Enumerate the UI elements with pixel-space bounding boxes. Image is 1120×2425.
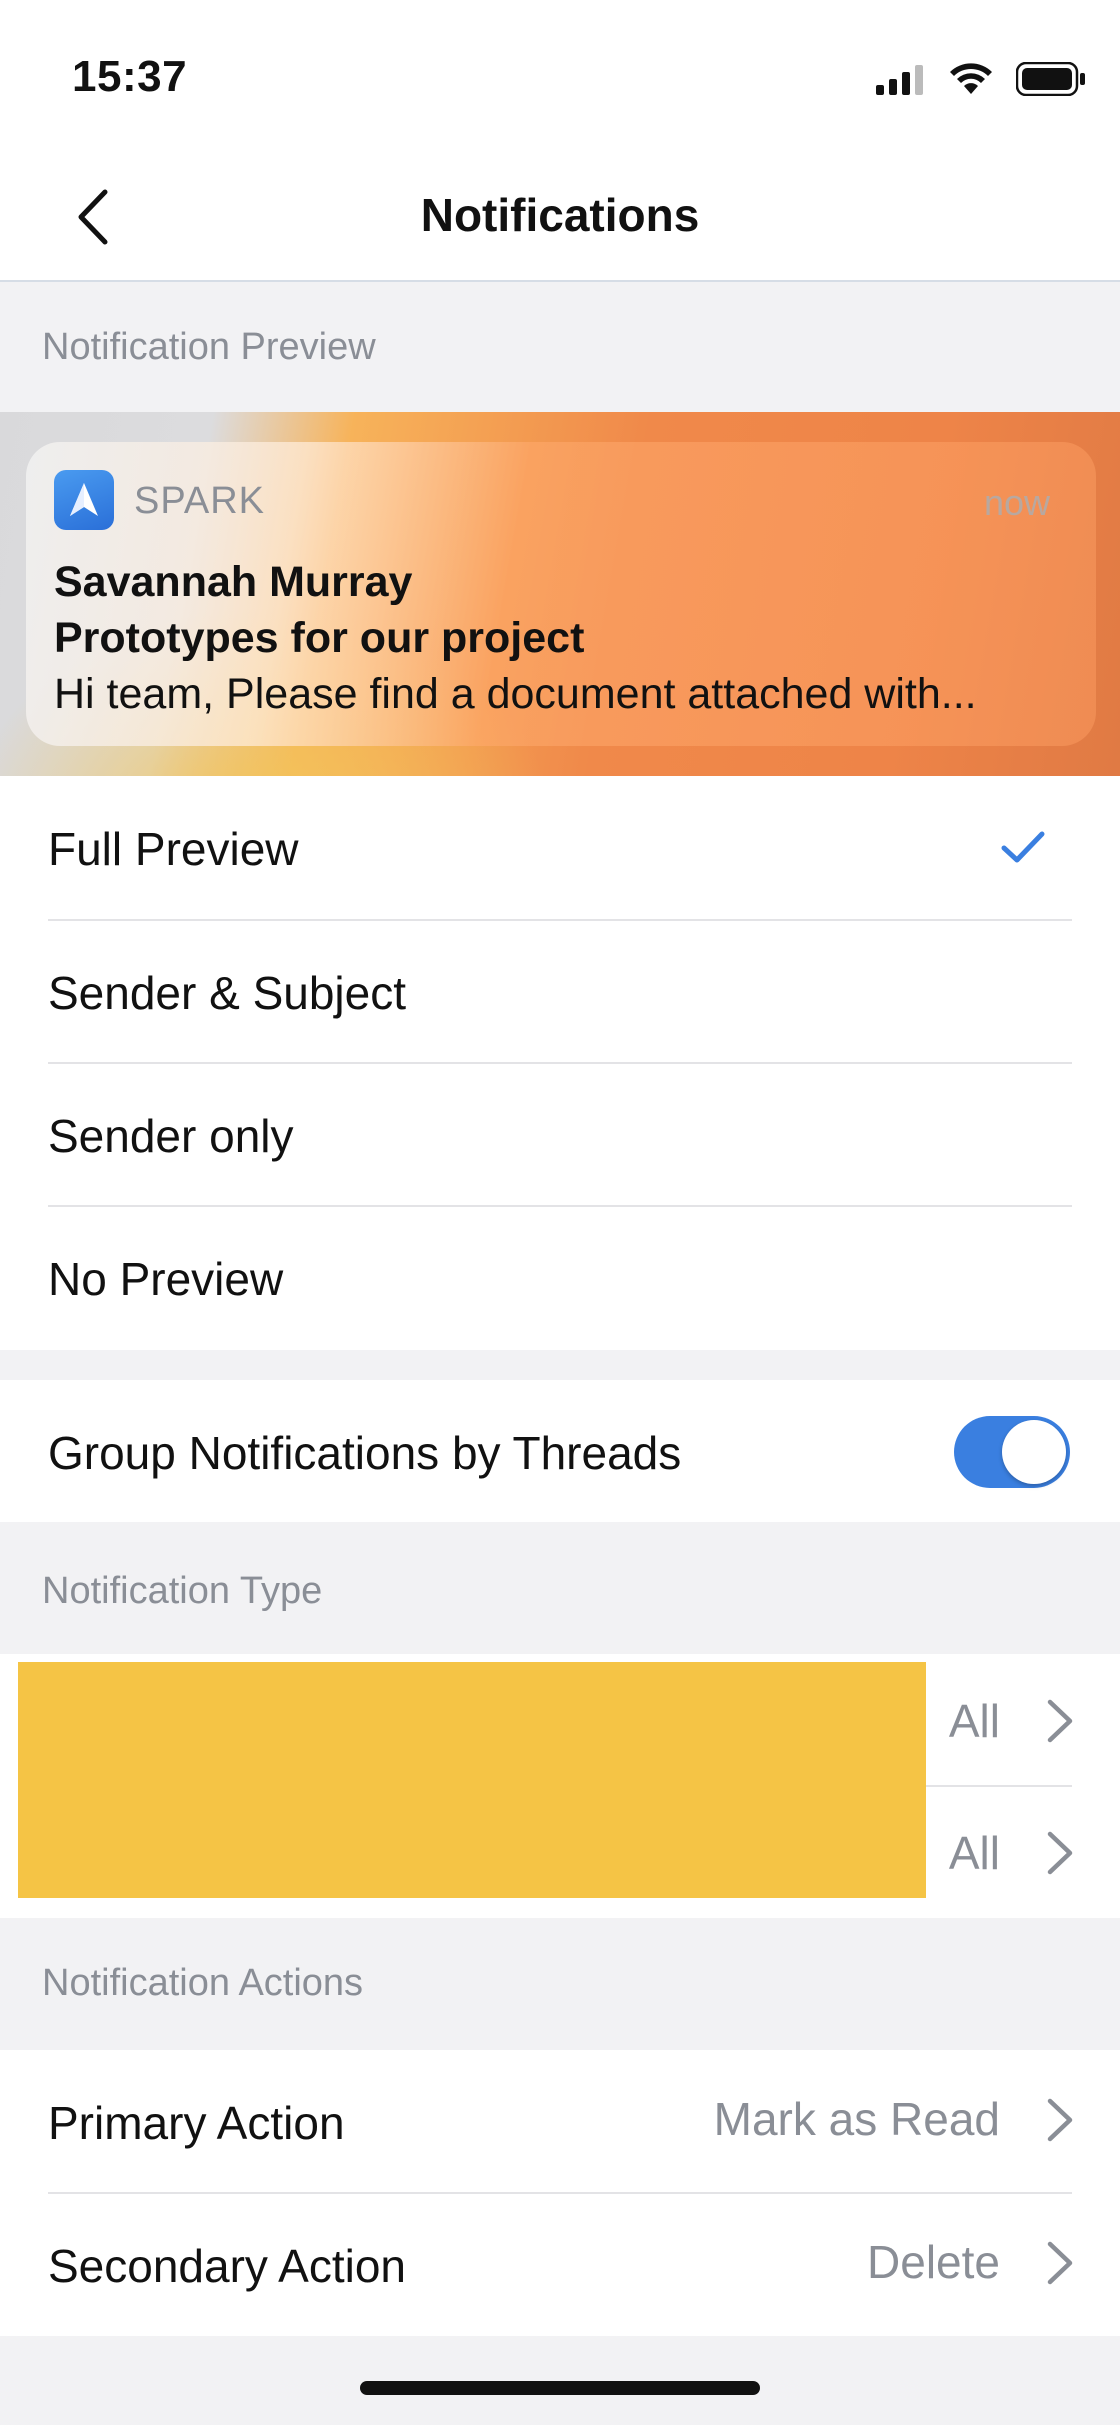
option-label: Sender & Subject (48, 967, 407, 1019)
secondary-action-row[interactable]: Secondary Action Delete (0, 2193, 1120, 2336)
section-header-preview: Notification Preview (0, 284, 1120, 412)
toggle-knob (1002, 1420, 1066, 1484)
section-title-preview: Notification Preview (42, 326, 376, 368)
section-title-actions: Notification Actions (42, 1962, 364, 2004)
chevron-right-icon (1047, 1831, 1073, 1875)
page-title: Notifications (420, 189, 700, 241)
primary-action-row[interactable]: Primary Action Mark as Read (0, 2050, 1120, 2193)
secondary-action-value: Delete (867, 2236, 1000, 2288)
notification-subject: Prototypes for our project (54, 614, 585, 662)
notification-actions-list: Primary Action Mark as Read Secondary Ac… (0, 2050, 1120, 2336)
option-label: No Preview (48, 1253, 284, 1305)
checkmark-icon (1001, 831, 1045, 863)
section-header-type: Notification Type (0, 1522, 1120, 1654)
option-label: Sender only (48, 1110, 294, 1162)
battery-icon (1016, 62, 1085, 96)
group-threads-label: Group Notifications by Threads (48, 1427, 682, 1479)
signal-icon (876, 65, 923, 95)
notification-body: Hi team, Please find a document attached… (54, 670, 977, 718)
notification-sender: Savannah Murray (54, 558, 413, 606)
option-sender-only[interactable]: Sender only (0, 1063, 1120, 1206)
primary-action-value: Mark as Read (713, 2093, 1000, 2145)
group-threads-row: Group Notifications by Threads (0, 1380, 1120, 1522)
status-bar: 15:37 (0, 0, 1120, 160)
notification-time: now (983, 482, 1050, 523)
option-full-preview[interactable]: Full Preview (0, 776, 1120, 920)
secondary-action-label: Secondary Action (48, 2240, 407, 2292)
status-icons (876, 62, 1086, 96)
redacted-block (18, 1662, 926, 1898)
chevron-right-icon (1047, 2241, 1073, 2285)
group-threads-toggle[interactable] (954, 1416, 1070, 1488)
option-sender-subject[interactable]: Sender & Subject (0, 920, 1120, 1063)
home-indicator[interactable] (360, 2381, 760, 2395)
notification-app-name: SPARK (134, 480, 266, 522)
notification-type-value: All (948, 1827, 1000, 1879)
chevron-right-icon (1047, 1699, 1073, 1743)
status-time: 15:37 (72, 52, 188, 101)
option-label: Full Preview (48, 823, 299, 875)
section-header-actions: Notification Actions (0, 1918, 1120, 2050)
wifi-icon (950, 63, 992, 94)
option-no-preview[interactable]: No Preview (0, 1206, 1120, 1350)
nav-bar: Notifications (0, 160, 1120, 282)
notification-type-value: All (948, 1695, 1000, 1747)
section-title-type: Notification Type (42, 1570, 323, 1612)
primary-action-label: Primary Action (48, 2097, 345, 2149)
spark-app-icon (54, 470, 114, 530)
chevron-right-icon (1047, 2098, 1073, 2142)
preview-options-list: Full Preview Sender & Subject Sender onl… (0, 776, 1120, 1350)
